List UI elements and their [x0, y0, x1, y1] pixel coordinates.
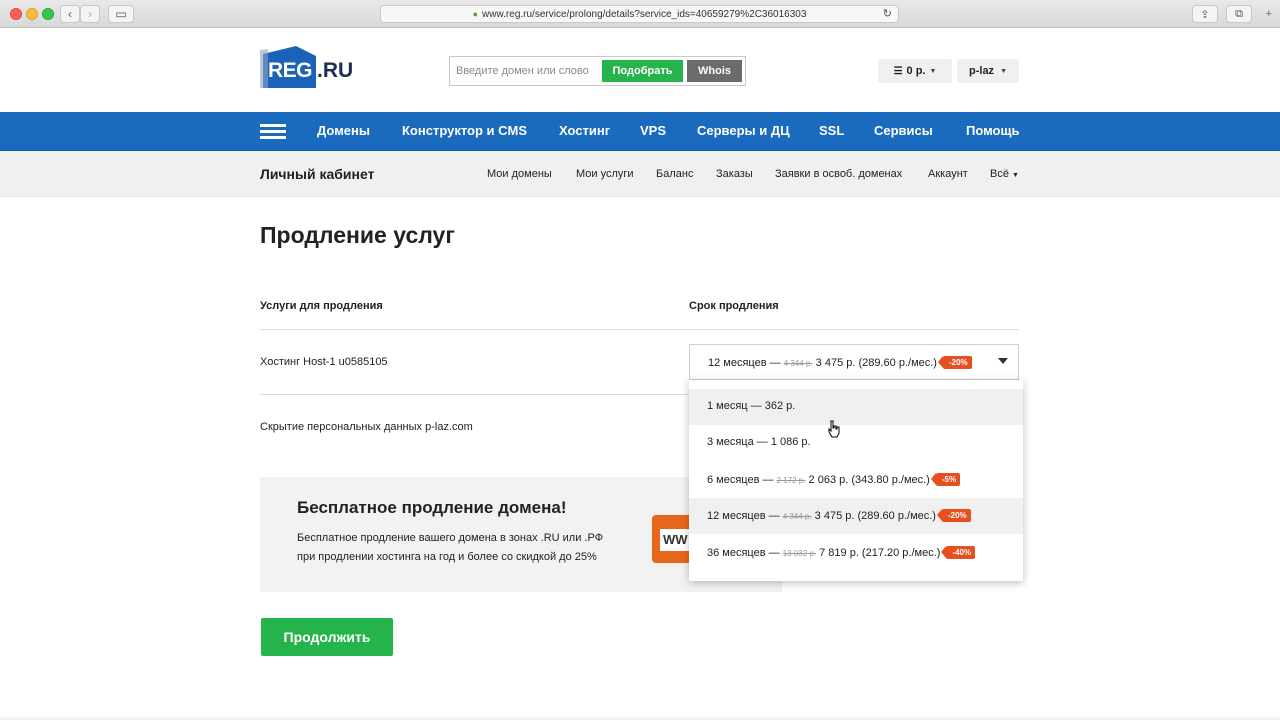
nav-ssl[interactable]: SSL	[819, 123, 844, 138]
subnav-all[interactable]: Всё ▼	[990, 168, 1019, 180]
sidebar-icon[interactable]: ▭	[108, 5, 134, 23]
option-old-price: 4 344 р.	[782, 512, 812, 521]
balance-dropdown[interactable]: ☰ 0 р. ▼	[878, 59, 952, 83]
term-option-36-months[interactable]: 36 месяцев — 13 032 р. 7 819 р. (217.20 …	[689, 535, 1023, 571]
new-tab-icon[interactable]: +	[1266, 8, 1272, 20]
chevron-down-icon[interactable]	[998, 358, 1008, 364]
service-privacy: Скрытие персональных данных p-laz.com	[260, 421, 473, 433]
divider	[260, 329, 1019, 330]
chevron-down-icon: ▼	[929, 67, 937, 75]
address-bar[interactable]: ● www.reg.ru/service/prolong/details?ser…	[380, 5, 899, 23]
minimize-window-icon[interactable]	[26, 8, 38, 20]
term-option-3-months[interactable]: 3 месяца — 1 086 р.	[689, 425, 1023, 461]
term-column-header: Срок продления	[689, 300, 779, 312]
option-label: 3 месяца — 1 086 р.	[707, 436, 811, 448]
reload-icon[interactable]: ↻	[883, 7, 892, 20]
subnav-balance[interactable]: Баланс	[656, 168, 693, 180]
term-select[interactable]: 12 месяцев — 4 344 р. 3 475 р. (289.60 р…	[689, 344, 1019, 380]
user-name: p-laz	[969, 65, 995, 77]
balance-value: 0 р.	[906, 65, 926, 77]
option-label: 6 месяцев —	[707, 474, 777, 486]
option-price: 3 475 р. (289.60 р./мес.)	[811, 510, 936, 522]
discount-badge: -20%	[938, 356, 972, 369]
tabs-icon[interactable]: ⧉	[1226, 5, 1252, 23]
nav-hosting[interactable]: Хостинг	[559, 123, 610, 138]
option-label: 1 месяц — 362 р.	[707, 400, 796, 412]
logo-ru-text: .RU	[317, 59, 354, 82]
url-text: www.reg.ru/service/prolong/details?servi…	[482, 8, 807, 20]
promo-line-1: Бесплатное продление вашего домена в зон…	[297, 532, 604, 544]
subnav-all-label: Всё	[990, 168, 1009, 180]
site-header: REG .RU Подобрать Whois ☰ 0 р. ▼ p-laz ▼	[0, 28, 1280, 112]
term-select-value: 12 месяцев — 4 344 р. 3 475 р. (289.60 р…	[708, 356, 972, 369]
back-icon[interactable]: ‹	[60, 5, 80, 23]
pick-button[interactable]: Подобрать	[602, 60, 683, 82]
chevron-down-icon: ▼	[1012, 172, 1019, 179]
discount-badge: -5%	[930, 473, 961, 486]
lock-icon: ●	[472, 9, 479, 19]
term-option-1-month[interactable]: 1 месяц — 362 р.	[689, 389, 1023, 425]
page-bottom-edge	[0, 716, 1280, 720]
browser-toolbar: ‹ › ▭ ● www.reg.ru/service/prolong/detai…	[0, 0, 1280, 28]
term-option-12-months[interactable]: 12 месяцев — 4 344 р. 3 475 р. (289.60 р…	[689, 498, 1023, 534]
nav-help[interactable]: Помощь	[966, 123, 1019, 138]
selected-price: 3 475 р. (289.60 р./мес.)	[812, 357, 937, 369]
nav-vps[interactable]: VPS	[640, 123, 666, 138]
nav-builder-cms[interactable]: Конструктор и CMS	[402, 123, 527, 138]
share-icon[interactable]: ⇪	[1192, 5, 1218, 23]
subnav-requests[interactable]: Заявки в освоб. доменах	[775, 168, 902, 180]
domain-search: Подобрать Whois	[449, 56, 746, 86]
domain-search-input[interactable]	[456, 61, 596, 81]
forward-icon[interactable]: ›	[80, 5, 100, 23]
main-nav: Домены Конструктор и CMS Хостинг VPS Сер…	[0, 112, 1280, 151]
selected-old-price: 4 344 р.	[783, 359, 813, 368]
promo-title: Бесплатное продление домена!	[297, 498, 567, 517]
discount-badge: -20%	[937, 509, 971, 522]
option-label: 12 месяцев —	[707, 510, 783, 522]
user-dropdown[interactable]: p-laz ▼	[957, 59, 1019, 83]
subnav-my-domains[interactable]: Мои домены	[487, 168, 552, 180]
whois-button[interactable]: Whois	[687, 60, 742, 82]
option-price: 2 063 р. (343.80 р./мес.)	[805, 474, 930, 486]
service-hosting: Хостинг Host-1 u0585105	[260, 356, 388, 368]
subnav-account[interactable]: Аккаунт	[928, 168, 968, 180]
account-title[interactable]: Личный кабинет	[260, 166, 374, 182]
close-window-icon[interactable]	[10, 8, 22, 20]
zoom-window-icon[interactable]	[42, 8, 54, 20]
term-option-6-months[interactable]: 6 месяцев — 2 172 р. 2 063 р. (343.80 р.…	[689, 462, 1023, 498]
chevron-down-icon: ▼	[1000, 67, 1007, 75]
account-nav: Личный кабинет Мои домены Мои услуги Бал…	[0, 151, 1280, 197]
subnav-orders[interactable]: Заказы	[716, 168, 753, 180]
promo-line-2: при продлении хостинга на год и более со…	[297, 551, 597, 563]
promo-description: Бесплатное продление вашего домена в зон…	[297, 529, 637, 567]
coins-icon: ☰	[893, 65, 903, 77]
services-column-header: Услуги для продления	[260, 300, 383, 312]
menu-icon[interactable]	[260, 124, 286, 140]
option-old-price: 13 032 р.	[782, 549, 817, 558]
logo[interactable]: REG .RU	[260, 44, 360, 92]
continue-button[interactable]: Продолжить	[261, 618, 393, 656]
selected-label: 12 месяцев —	[708, 357, 784, 369]
nav-domains[interactable]: Домены	[317, 123, 370, 138]
option-old-price: 2 172 р.	[776, 476, 806, 485]
discount-badge: -40%	[941, 546, 976, 559]
option-price: 7 819 р. (217.20 р./мес.)	[816, 547, 941, 559]
term-dropdown: 1 месяц — 362 р. 3 месяца — 1 086 р. 6 м…	[689, 380, 1023, 581]
hand-cursor-icon	[828, 420, 840, 438]
option-label: 36 месяцев —	[707, 547, 783, 559]
nav-servers[interactable]: Серверы и ДЦ	[697, 123, 790, 138]
nav-services[interactable]: Сервисы	[874, 123, 933, 138]
page-title: Продление услуг	[260, 222, 455, 248]
logo-reg-text: REG	[268, 59, 313, 82]
subnav-my-services[interactable]: Мои услуги	[576, 168, 634, 180]
